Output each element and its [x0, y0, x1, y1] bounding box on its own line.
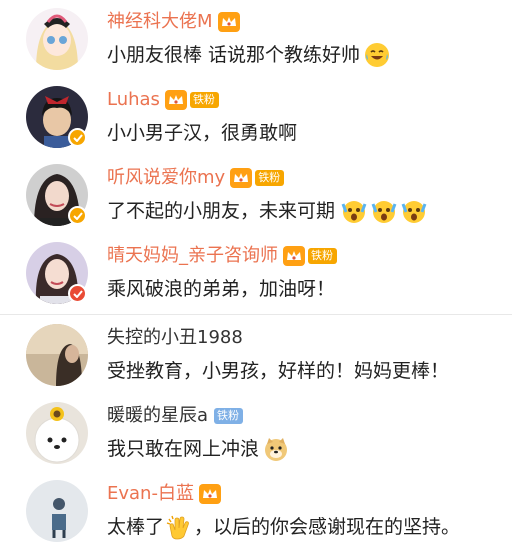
doge-emoji-icon	[263, 436, 289, 462]
comment-text-line: 小小男子汉，很勇敢啊	[107, 119, 297, 147]
comment-text: 太棒了	[107, 516, 165, 538]
comment-text-line: 乘风破浪的弟弟，加油呀！	[107, 275, 335, 303]
crown-member-icon	[164, 90, 187, 110]
comment-text: 受挫教育，小男孩，好样的！妈妈更棒！	[107, 360, 450, 382]
fan-badge-label: 铁粉	[258, 171, 281, 184]
comment-text-continued: ，以后的你会感谢现在的坚持。	[194, 516, 461, 538]
comment-row: 晴天妈妈_亲子咨询师 铁粉 乘风破浪的弟弟，加油呀！	[0, 234, 512, 312]
comment-row: 暖暖的星辰a 铁粉 我只敢在网上冲浪	[0, 394, 512, 472]
username[interactable]: 听风说爱你my	[107, 165, 225, 191]
username[interactable]: 神经科大佬M	[107, 9, 213, 35]
comment-list: 神经科大佬M 小朋友很棒 话说那个教练好帅 Luhas 铁粉 小小男子汉，很勇敢…	[0, 0, 512, 556]
avatar[interactable]	[26, 480, 88, 542]
shocked-face-emoji-icon	[341, 198, 367, 224]
fan-badge-label: 铁粉	[192, 93, 215, 106]
avatar[interactable]	[26, 8, 88, 70]
crown-member-icon	[217, 12, 240, 32]
comment-row: Evan-白蓝 太棒了 ，以后的你会感谢现在的坚持。	[0, 472, 512, 550]
comment-row: 神经科大佬M 小朋友很棒 话说那个教练好帅	[0, 0, 512, 78]
crown-member-icon	[198, 484, 221, 504]
fan-badge: 铁粉	[255, 170, 285, 186]
comment-row: 听风说爱你my 铁粉 了不起的小朋友，未来可期	[0, 156, 512, 234]
crown-member-icon	[230, 168, 253, 188]
comment-text: 乘风破浪的弟弟，加油呀！	[107, 278, 336, 300]
comment-text-line: 受挫教育，小男孩，好样的！妈妈更棒！	[107, 357, 449, 385]
comment-text-line: 小朋友很棒 话说那个教练好帅	[107, 41, 390, 69]
comment-row: Luhas 铁粉 小小男子汉，很勇敢啊	[0, 78, 512, 156]
crown-member-icon	[283, 246, 305, 266]
verified-check-icon	[68, 206, 87, 225]
username[interactable]: 暖暖的星辰a	[107, 403, 208, 429]
username[interactable]: Evan-白蓝	[107, 481, 194, 507]
laughing-tears-emoji-icon	[364, 42, 390, 68]
verified-check-icon	[68, 284, 87, 303]
comment-text: 了不起的小朋友，未来可期	[107, 200, 336, 222]
username[interactable]: 失控的小丑1988	[107, 325, 243, 351]
comment-text-line: 太棒了 ，以后的你会感谢现在的坚持。	[107, 513, 460, 541]
comment-text: 小朋友很棒 话说那个教练好帅	[107, 44, 361, 66]
avatar[interactable]	[26, 324, 88, 386]
divider	[0, 314, 512, 315]
fan-badge: 铁粉	[214, 408, 244, 424]
fan-badge: 铁粉	[189, 92, 219, 108]
comment-text: 我只敢在网上冲浪	[107, 438, 260, 460]
shocked-face-emoji-icon	[371, 198, 397, 224]
fan-badge-label: 铁粉	[311, 249, 333, 262]
shocked-face-emoji-icon	[401, 198, 427, 224]
fan-badge: 铁粉	[308, 248, 337, 264]
avatar[interactable]	[26, 402, 88, 464]
fan-badge-label: 铁粉	[217, 409, 240, 422]
comment-row: 失控的小丑1988 受挫教育，小男孩，好样的！妈妈更棒！	[0, 316, 512, 394]
comment-text: 小小男子汉，很勇敢啊	[107, 122, 298, 144]
comment-text-line: 我只敢在网上冲浪	[107, 435, 289, 463]
clapping-hands-emoji-icon	[166, 514, 192, 540]
username[interactable]: 晴天妈妈_亲子咨询师	[107, 243, 278, 269]
verified-check-icon	[68, 128, 87, 147]
comment-text-line: 了不起的小朋友，未来可期	[107, 197, 427, 225]
username[interactable]: Luhas	[107, 87, 160, 113]
